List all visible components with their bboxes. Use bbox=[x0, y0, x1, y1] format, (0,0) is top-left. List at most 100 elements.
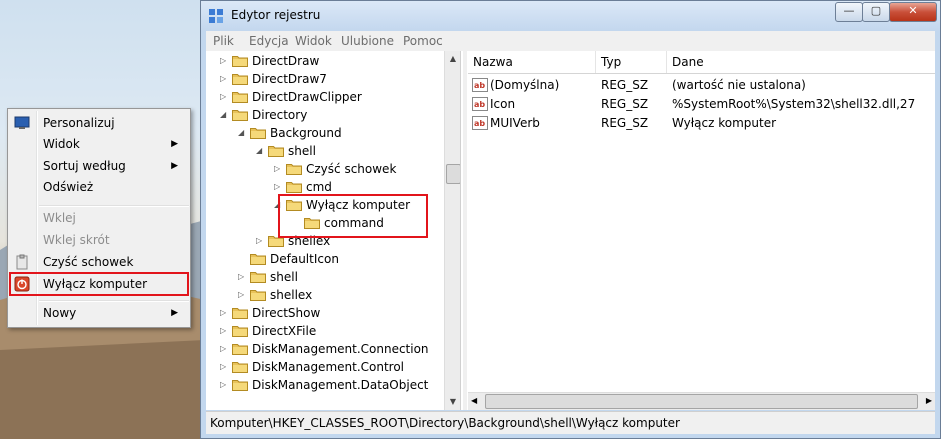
monitor-icon bbox=[14, 116, 30, 129]
value-row[interactable]: ab Icon REG_SZ %SystemRoot%\System32\shell3… bbox=[468, 95, 935, 114]
menu-item-label: Wklej skrót bbox=[43, 233, 110, 247]
menu-separator bbox=[39, 205, 189, 207]
folder-icon bbox=[250, 252, 266, 265]
menu-edit[interactable]: Edycja bbox=[249, 34, 289, 48]
submenu-arrow-icon: ▶ bbox=[171, 308, 178, 318]
scroll-left-arrow-icon[interactable]: ◀ bbox=[471, 393, 477, 409]
scroll-down-arrow-icon[interactable]: ▼ bbox=[445, 394, 460, 410]
expander-arrow-icon[interactable]: ▷ bbox=[220, 52, 230, 70]
tree-node-label: DirectDraw7 bbox=[252, 72, 327, 86]
expander-arrow-icon[interactable]: ◢ bbox=[256, 142, 266, 160]
expander-arrow-icon[interactable]: ▷ bbox=[238, 268, 248, 286]
tree-node-label: Directory bbox=[252, 108, 308, 122]
column-header-name[interactable]: Nazwa bbox=[468, 51, 596, 73]
scroll-right-arrow-icon[interactable]: ▶ bbox=[926, 393, 932, 409]
clipboard-icon bbox=[16, 254, 28, 270]
tree-node-label: DirectShow bbox=[252, 306, 321, 320]
value-row[interactable]: ab MUIVerb REG_SZ Wyłącz komputer bbox=[468, 114, 935, 133]
regedit-icon bbox=[209, 9, 223, 23]
tree-node-label: shellex bbox=[270, 288, 313, 302]
maximize-button[interactable]: ▢ bbox=[862, 2, 890, 22]
menu-item-clear-clipboard[interactable]: Czyść schowek bbox=[10, 252, 186, 272]
tree-node-label: shell bbox=[288, 144, 316, 158]
value-name: MUIVerb bbox=[490, 116, 540, 130]
menu-help[interactable]: Pomoc bbox=[403, 34, 443, 48]
folder-icon bbox=[286, 162, 302, 175]
expander-arrow-icon[interactable]: ▷ bbox=[220, 88, 230, 106]
menu-item-personalize[interactable]: Personalizuj bbox=[10, 113, 186, 133]
list-horizontal-scrollbar[interactable]: ◀ ▶ bbox=[468, 392, 935, 410]
registry-tree: ▷ DirectDraw ▷ DirectDraw7 ▷ DirectDrawClippe… bbox=[206, 51, 461, 410]
column-header-type[interactable]: Typ bbox=[596, 51, 667, 73]
menu-bar: Plik Edycja Widok Ulubione Pomoc bbox=[206, 31, 935, 51]
tree-node-label: shell bbox=[270, 270, 298, 284]
menu-item-new[interactable]: Nowy ▶ bbox=[10, 303, 186, 323]
value-row[interactable]: ab (Domyślna) REG_SZ (wartość nie ustalona) bbox=[468, 76, 935, 95]
expander-arrow-icon[interactable]: ▷ bbox=[220, 70, 230, 88]
column-header-data[interactable]: Dane bbox=[667, 51, 937, 73]
menu-item-view[interactable]: Widok ▶ bbox=[10, 134, 186, 154]
expander-arrow-icon[interactable]: ▷ bbox=[256, 232, 266, 250]
menu-favorites[interactable]: Ulubione bbox=[341, 34, 394, 48]
folder-icon bbox=[232, 90, 248, 103]
tree-node-label: Czyść schowek bbox=[306, 162, 397, 176]
registry-editor-window: Edytor rejestru — ▢ ✕ Plik Edycja Widok … bbox=[200, 0, 941, 439]
scroll-thumb[interactable] bbox=[446, 164, 460, 184]
expander-arrow-icon[interactable]: ▷ bbox=[220, 340, 230, 358]
menu-item-paste[interactable]: Wklej bbox=[10, 208, 186, 228]
value-type: REG_SZ bbox=[601, 116, 649, 130]
expander-arrow-icon[interactable]: ▷ bbox=[238, 286, 248, 304]
folder-icon bbox=[232, 378, 248, 391]
menu-file[interactable]: Plik bbox=[213, 34, 234, 48]
expander-arrow-icon[interactable]: ▷ bbox=[274, 160, 284, 178]
submenu-arrow-icon: ▶ bbox=[171, 161, 178, 171]
scroll-thumb[interactable] bbox=[485, 394, 918, 409]
folder-icon bbox=[232, 72, 248, 85]
value-name: Icon bbox=[490, 97, 516, 111]
string-value-icon: ab bbox=[472, 97, 488, 111]
expander-arrow-icon[interactable]: ◢ bbox=[238, 124, 248, 142]
tree-node-label: DirectDraw bbox=[252, 54, 320, 68]
expander-arrow-icon[interactable]: ▷ bbox=[220, 304, 230, 322]
menu-item-label: Personalizuj bbox=[43, 116, 115, 130]
value-data: %SystemRoot%\System32\shell32.dll,27 bbox=[672, 97, 916, 111]
folder-icon bbox=[250, 126, 266, 139]
folder-icon bbox=[232, 324, 248, 337]
menu-item-label: Odśwież bbox=[43, 180, 94, 194]
pane-splitter[interactable] bbox=[463, 51, 467, 410]
submenu-arrow-icon: ▶ bbox=[171, 139, 178, 149]
value-name: (Domyślna) bbox=[490, 78, 560, 92]
expander-arrow-icon[interactable]: ◢ bbox=[220, 106, 230, 124]
menu-view[interactable]: Widok bbox=[295, 34, 332, 48]
tree-node-label: DirectXFile bbox=[252, 324, 317, 338]
menu-item-sort-by[interactable]: Sortuj według ▶ bbox=[10, 156, 186, 176]
minimize-button[interactable]: — bbox=[835, 2, 863, 22]
tree-vertical-scrollbar[interactable]: ▲ ▼ bbox=[444, 51, 460, 410]
string-value-icon: ab bbox=[472, 116, 488, 130]
value-type: REG_SZ bbox=[601, 78, 649, 92]
menu-item-label: Sortuj według bbox=[43, 159, 126, 173]
tree-node-label: DiskManagement.Control bbox=[252, 360, 405, 374]
close-button[interactable]: ✕ bbox=[889, 2, 937, 22]
highlight-box bbox=[278, 194, 428, 238]
menu-item-paste-shortcut[interactable]: Wklej skrót bbox=[10, 230, 186, 250]
tree-node-label: DirectDrawClipper bbox=[252, 90, 362, 104]
folder-icon bbox=[250, 270, 266, 283]
client-area: ▷ DirectDraw ▷ DirectDraw7 ▷ DirectDrawClippe… bbox=[206, 51, 935, 410]
title-bar[interactable]: Edytor rejestru — ▢ ✕ bbox=[201, 1, 940, 31]
desktop-context-menu: Personalizuj Widok ▶ Sortuj według ▶ Odś… bbox=[7, 108, 191, 328]
folder-icon bbox=[232, 108, 248, 121]
expander-arrow-icon[interactable]: ▷ bbox=[220, 376, 230, 394]
expander-arrow-icon[interactable]: ▷ bbox=[220, 358, 230, 376]
menu-separator bbox=[39, 300, 189, 302]
scroll-up-arrow-icon[interactable]: ▲ bbox=[445, 51, 460, 67]
menu-item-refresh[interactable]: Odśwież bbox=[10, 177, 186, 197]
folder-icon bbox=[268, 144, 284, 157]
expander-arrow-icon[interactable]: ▷ bbox=[220, 322, 230, 340]
tree-node-label: DiskManagement.Connection bbox=[252, 342, 429, 356]
value-icon-text: ab bbox=[474, 81, 485, 90]
value-data: (wartość nie ustalona) bbox=[672, 78, 806, 92]
string-value-icon: ab bbox=[472, 78, 488, 92]
menu-item-label: Nowy bbox=[43, 306, 77, 320]
value-type: REG_SZ bbox=[601, 97, 649, 111]
